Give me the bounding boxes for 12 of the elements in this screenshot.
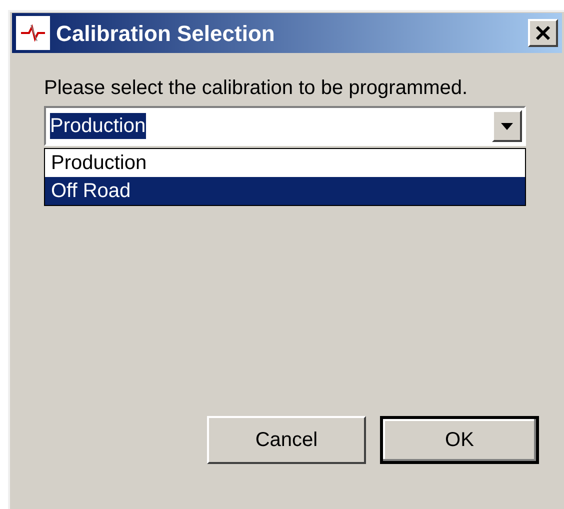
selected-value: Production <box>50 113 146 139</box>
dropdown-option[interactable]: Off Road <box>45 177 525 205</box>
window-title: Calibration Selection <box>56 20 275 48</box>
caret-icon <box>501 122 513 130</box>
dialog-button[interactable]: Cancel <box>207 416 366 464</box>
app-logo-icon <box>16 16 50 50</box>
calibration-dropdown[interactable]: Production <box>44 106 526 146</box>
prompt-text: Please select the calibration to be programmed. <box>44 76 469 100</box>
close-icon <box>535 25 551 41</box>
dropdown-arrow-button[interactable] <box>492 110 522 142</box>
dialog-button[interactable]: OK <box>380 416 539 464</box>
close-button[interactable] <box>528 19 558 47</box>
